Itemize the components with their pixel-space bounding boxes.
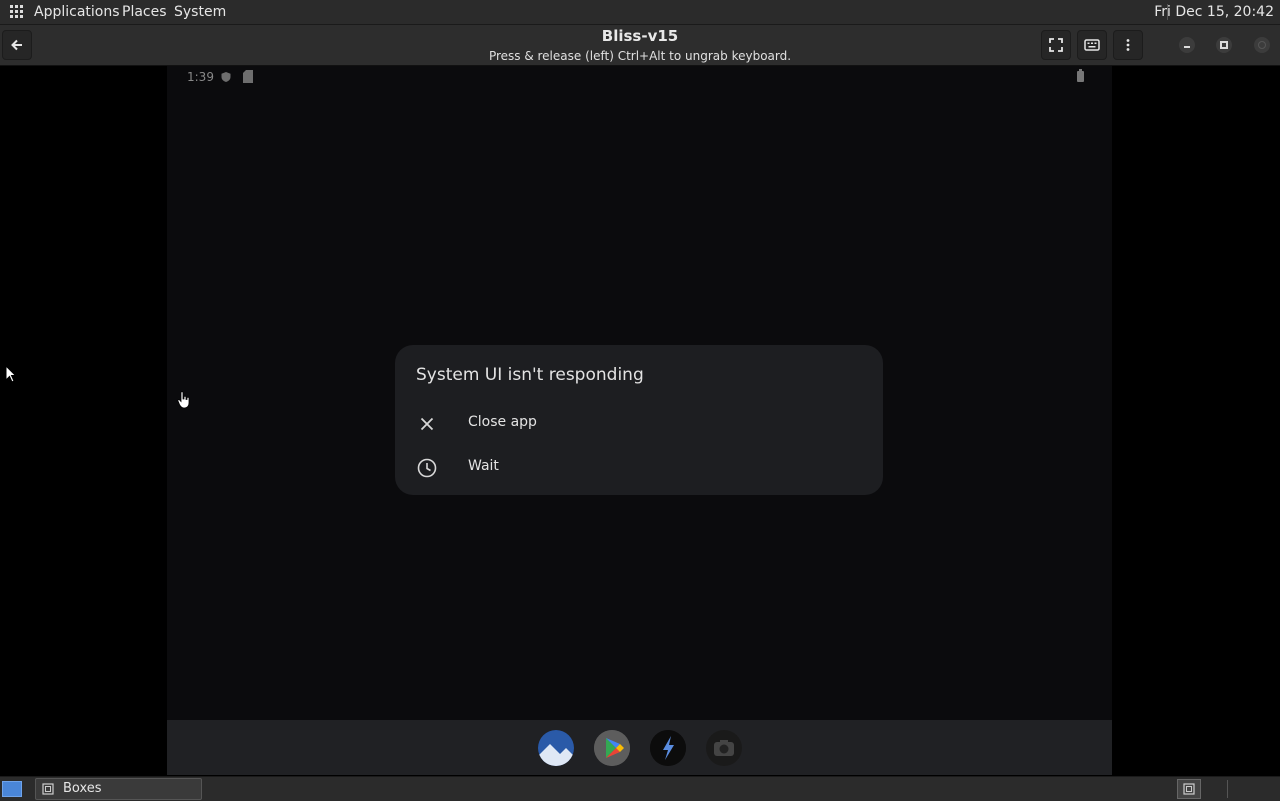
sd-card-icon — [243, 70, 253, 83]
keyboard-icon — [1084, 39, 1100, 51]
mouse-pointer-icon — [5, 365, 16, 383]
play-store-app-icon[interactable] — [594, 730, 630, 766]
close-app-option[interactable]: Close app — [395, 403, 883, 443]
minimize-icon — [1184, 46, 1190, 48]
wait-option[interactable]: Wait — [395, 447, 883, 487]
gallery-app-icon[interactable] — [538, 730, 574, 766]
kebab-menu-icon — [1126, 39, 1130, 51]
status-bar-time: 1:39 — [187, 70, 214, 84]
app-grid-icon[interactable] — [10, 5, 24, 19]
close-window-icon — [1258, 41, 1266, 49]
menu-applications[interactable]: Applications — [34, 3, 120, 21]
close-window-button[interactable] — [1254, 37, 1270, 53]
menu-places[interactable]: Places — [122, 3, 167, 21]
battery-icon — [1077, 69, 1084, 82]
vm-display[interactable]: 1:39 System UI isn't responding Close ap… — [167, 66, 1112, 775]
fullscreen-button[interactable] — [1041, 30, 1071, 60]
shield-icon — [221, 72, 231, 82]
boxes-tray-icon — [1183, 783, 1195, 795]
close-app-label: Close app — [468, 414, 537, 430]
hand-pointer-icon — [177, 391, 190, 409]
maximize-icon — [1220, 41, 1228, 49]
anr-dialog: System UI isn't responding Close app Wai… — [395, 345, 883, 495]
show-desktop-button[interactable] — [2, 781, 22, 797]
boxes-app-icon — [42, 783, 54, 795]
panel-separator — [1227, 780, 1228, 798]
more-options-button[interactable] — [1113, 30, 1143, 60]
maximize-button[interactable] — [1216, 37, 1232, 53]
close-icon — [420, 417, 434, 431]
taskbar-item-boxes[interactable]: Boxes — [35, 778, 202, 800]
wait-label: Wait — [468, 458, 499, 474]
camera-app-icon[interactable] — [706, 730, 742, 766]
bottom-panel: Boxes — [0, 776, 1280, 801]
keyboard-button[interactable] — [1077, 30, 1107, 60]
dialog-title: System UI isn't responding — [416, 365, 644, 385]
taskbar-item-label: Boxes — [63, 781, 102, 796]
menu-system[interactable]: System — [174, 3, 226, 21]
bolt-app-icon[interactable] — [650, 730, 686, 766]
clock-icon — [417, 458, 437, 478]
app-dock — [167, 720, 1112, 775]
minimize-button[interactable] — [1179, 37, 1195, 53]
workspace-switcher[interactable] — [1177, 779, 1201, 799]
window-headerbar: Bliss-v15 Press & release (left) Ctrl+Al… — [0, 25, 1280, 66]
top-panel: Applications Places System Fri Dec 15, 2… — [0, 0, 1280, 25]
panel-clock[interactable]: Fri Dec 15, 20:42 — [1154, 3, 1274, 21]
fullscreen-icon — [1049, 38, 1063, 52]
